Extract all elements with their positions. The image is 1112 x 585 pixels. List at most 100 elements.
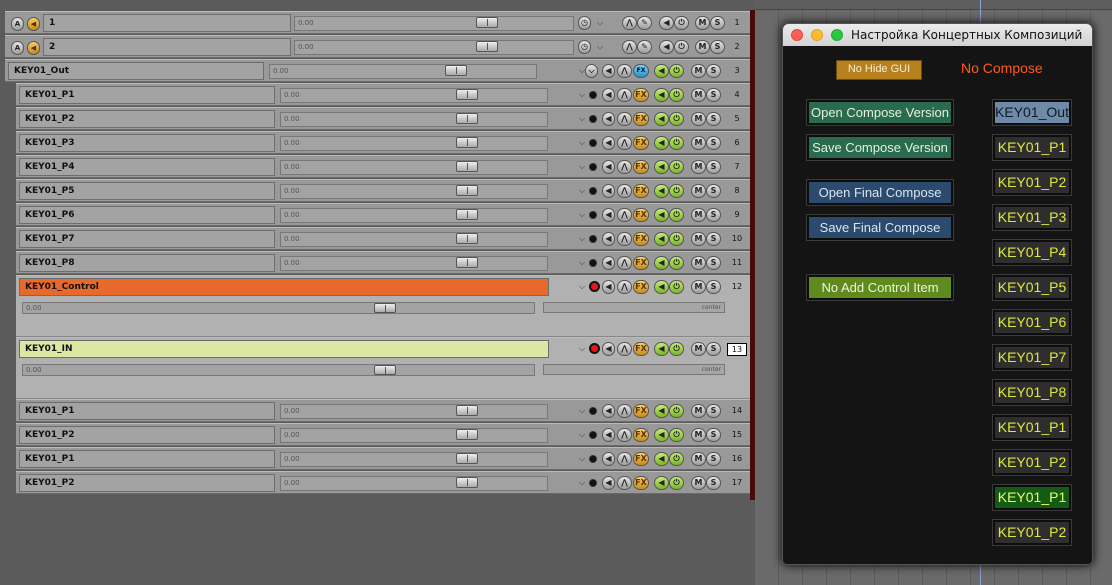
record-arm-button[interactable] xyxy=(589,259,597,267)
fx-button[interactable]: FX xyxy=(633,208,649,222)
mute-button[interactable]: M xyxy=(691,232,706,246)
fx-button[interactable]: FX xyxy=(633,184,649,198)
power-icon[interactable]: ⏻ xyxy=(669,404,684,418)
envelope-button[interactable]: ⋀ xyxy=(617,342,632,356)
envelope-button[interactable]: ⋀ xyxy=(617,112,632,126)
mute-button[interactable]: M xyxy=(691,280,706,294)
track-number[interactable]: 15 xyxy=(727,430,747,439)
power-icon[interactable]: ⏻ xyxy=(669,428,684,442)
track-number[interactable]: 1 xyxy=(727,18,747,27)
envelope-button[interactable]: ⋀ xyxy=(617,232,632,246)
chevron-down-icon[interactable]: ⌵ xyxy=(597,18,603,28)
fx-button[interactable]: FX xyxy=(633,256,649,270)
volume-slider[interactable]: 0.00 xyxy=(280,208,548,223)
power-icon[interactable]: ⏻ xyxy=(669,184,684,198)
track-number[interactable]: 14 xyxy=(727,406,747,415)
envelope-button[interactable]: ⋀ xyxy=(617,208,632,222)
volume-knob[interactable] xyxy=(456,113,478,124)
timer-icon[interactable]: ◷ xyxy=(578,40,591,54)
volume-knob[interactable] xyxy=(476,17,498,28)
route-button[interactable]: ◀ xyxy=(654,64,669,78)
speaker-icon[interactable]: ◀ xyxy=(602,160,615,174)
automation-button[interactable]: A xyxy=(11,17,24,31)
track-row[interactable]: KEY01_P4 0.00 ⌵ ◀ ⋀ FX ◀ ⏻ M S 7 xyxy=(16,155,750,178)
volume-slider[interactable]: 0.00 xyxy=(280,232,548,247)
track-row[interactable]: A ◀ 1 0.00 ◷ ⌵ ⋀ ✎ ◀ ⏻ M S 1 xyxy=(5,11,750,34)
track-name[interactable]: KEY01_P5 xyxy=(19,182,275,200)
chevron-down-icon[interactable]: ⌵ xyxy=(579,344,585,354)
solo-button[interactable]: S xyxy=(706,160,721,174)
track-button[interactable]: KEY01_P8 xyxy=(993,380,1071,405)
save-final-compose-button[interactable]: Save Final Compose xyxy=(807,215,953,240)
speaker-icon[interactable]: ◀ xyxy=(27,41,40,55)
chevron-down-icon[interactable]: ⌵ xyxy=(579,162,585,172)
chevron-down-icon[interactable]: ⌵ xyxy=(579,282,585,292)
speaker-icon[interactable]: ◀ xyxy=(602,476,615,490)
chevron-down-icon[interactable]: ⌵ xyxy=(579,138,585,148)
speaker-icon[interactable]: ◀ xyxy=(602,64,615,78)
speaker-icon[interactable]: ◀ xyxy=(602,428,615,442)
volume-knob[interactable] xyxy=(456,209,478,220)
record-arm-button[interactable] xyxy=(589,343,600,354)
volume-knob[interactable] xyxy=(456,137,478,148)
view-icon[interactable]: ⌵ xyxy=(585,64,598,78)
track-button[interactable]: KEY01_P2 xyxy=(993,450,1071,475)
route-button[interactable]: ◀ xyxy=(654,232,669,246)
mute-button[interactable]: M xyxy=(691,64,706,78)
track-row[interactable]: KEY01_P1 0.00 ⌵ ◀ ⋀ FX ◀ ⏻ M S 16 xyxy=(16,447,750,470)
envelope-button[interactable]: ⋀ xyxy=(617,256,632,270)
volume-slider[interactable]: 0.00 xyxy=(280,452,548,467)
volume-slider[interactable]: 0.00 xyxy=(280,160,548,175)
solo-button[interactable]: S xyxy=(710,40,725,54)
track-row[interactable]: KEY01_P2 0.00 ⌵ ◀ ⋀ FX ◀ ⏻ M S 15 xyxy=(16,423,750,446)
track-name[interactable]: KEY01_P1 xyxy=(19,86,275,104)
volume-knob[interactable] xyxy=(456,185,478,196)
track-row[interactable]: KEY01_P7 0.00 ⌵ ◀ ⋀ FX ◀ ⏻ M S 10 xyxy=(16,227,750,250)
power-icon[interactable]: ⏻ xyxy=(669,208,684,222)
track-number[interactable]: 3 xyxy=(727,66,747,75)
route-button[interactable]: ◀ xyxy=(654,404,669,418)
track-number[interactable]: 13 xyxy=(727,343,747,356)
fx-button[interactable]: FX xyxy=(633,476,649,490)
volume-knob[interactable] xyxy=(456,161,478,172)
track-number[interactable]: 9 xyxy=(727,210,747,219)
track-row[interactable]: KEY01_P1 0.00 ⌵ ◀ ⋀ FX ◀ ⏻ M S 14 xyxy=(16,399,750,422)
solo-button[interactable]: S xyxy=(706,404,721,418)
pan-slider[interactable]: center xyxy=(543,302,725,313)
track-name[interactable]: KEY01_IN xyxy=(19,340,549,358)
envelope-button[interactable]: ⋀ xyxy=(617,136,632,150)
mute-button[interactable]: M xyxy=(691,112,706,126)
envelope-button[interactable]: ⋀ xyxy=(622,40,637,54)
power-icon[interactable]: ⏻ xyxy=(669,136,684,150)
record-arm-button[interactable] xyxy=(589,163,597,171)
route-button[interactable]: ◀ xyxy=(654,208,669,222)
fx-button[interactable]: FX xyxy=(633,428,649,442)
track-name[interactable]: 1 xyxy=(43,14,291,32)
power-icon[interactable]: ⏻ xyxy=(669,112,684,126)
track-name[interactable]: KEY01_P2 xyxy=(19,426,275,444)
power-icon[interactable]: ⏻ xyxy=(674,40,689,54)
chevron-down-icon[interactable]: ⌵ xyxy=(579,454,585,464)
track-row[interactable]: KEY01_P1 0.00 ⌵ ◀ ⋀ FX ◀ ⏻ M S 4 xyxy=(16,83,750,106)
track-number[interactable]: 17 xyxy=(727,478,747,487)
envelope-button[interactable]: ⋀ xyxy=(617,280,632,294)
volume-knob[interactable] xyxy=(456,453,478,464)
volume-knob[interactable] xyxy=(456,429,478,440)
track-row[interactable]: KEY01_P6 0.00 ⌵ ◀ ⋀ FX ◀ ⏻ M S 9 xyxy=(16,203,750,226)
speaker-icon[interactable]: ◀ xyxy=(602,342,615,356)
mute-button[interactable]: M xyxy=(691,476,706,490)
record-arm-button[interactable] xyxy=(589,431,597,439)
chevron-down-icon[interactable]: ⌵ xyxy=(579,210,585,220)
edit-button[interactable]: ✎ xyxy=(637,16,652,30)
timer-icon[interactable]: ◷ xyxy=(578,16,591,30)
route-button[interactable]: ◀ xyxy=(654,428,669,442)
volume-slider[interactable]: 0.00 xyxy=(280,136,548,151)
record-arm-button[interactable] xyxy=(589,455,597,463)
edit-button[interactable]: ✎ xyxy=(637,40,652,54)
power-icon[interactable]: ⏻ xyxy=(669,256,684,270)
route-button[interactable]: ◀ xyxy=(654,136,669,150)
volume-slider[interactable]: 0.00 xyxy=(22,364,535,376)
fx-button[interactable]: FX xyxy=(633,342,649,356)
track-name[interactable]: KEY01_P8 xyxy=(19,254,275,272)
volume-slider[interactable]: 0.00 xyxy=(280,184,548,199)
